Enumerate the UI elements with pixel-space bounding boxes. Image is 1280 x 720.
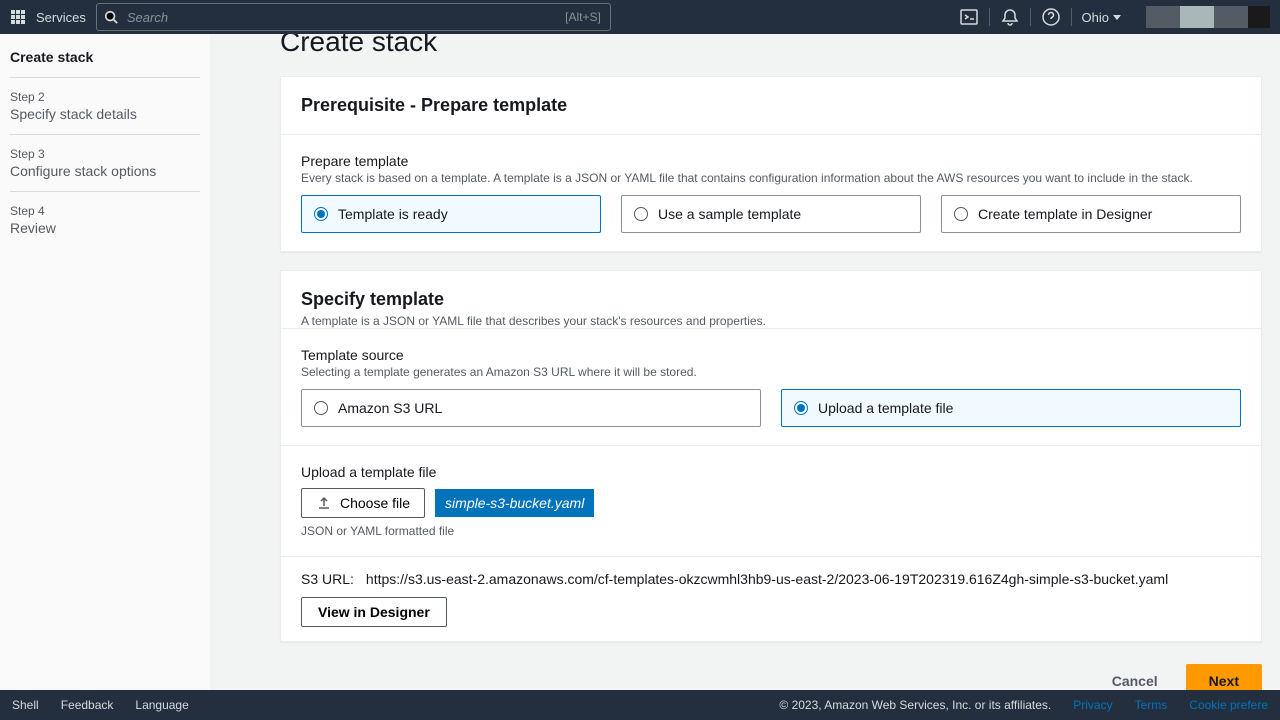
main-content: Create stack Prerequisite - Prepare temp… — [210, 34, 1280, 690]
prerequisite-panel: Prerequisite - Prepare template Prepare … — [280, 76, 1262, 252]
footer-language[interactable]: Language — [135, 698, 188, 712]
footer-feedback[interactable]: Feedback — [61, 698, 114, 712]
radio-label: Create template in Designer — [978, 206, 1152, 222]
step-title: Specify stack details — [10, 106, 200, 122]
radio-icon — [954, 207, 968, 221]
footer-shell[interactable]: Shell — [12, 698, 39, 712]
step-2-specify-details[interactable]: Step 2 Specify stack details — [10, 90, 200, 135]
footer: Shell Feedback Language © 2023, Amazon W… — [0, 690, 1280, 720]
step-1-create-stack[interactable]: Create stack — [10, 49, 200, 78]
choose-file-button[interactable]: Choose file — [301, 488, 425, 518]
cancel-button[interactable]: Cancel — [1094, 664, 1176, 690]
radio-upload-template[interactable]: Upload a template file — [781, 389, 1241, 427]
footer-privacy[interactable]: Privacy — [1073, 698, 1112, 712]
help-icon[interactable] — [1041, 7, 1061, 27]
next-button[interactable]: Next — [1186, 664, 1262, 690]
search-wrap: [Alt+S] — [96, 3, 611, 31]
services-menu[interactable]: Services — [36, 10, 86, 25]
account-menu-placeholder[interactable] — [1146, 6, 1270, 28]
prerequisite-heading: Prerequisite - Prepare template — [301, 95, 1241, 116]
nav-separator — [989, 8, 990, 26]
template-source-desc: Selecting a template generates an Amazon… — [301, 365, 1241, 379]
footer-cookie[interactable]: Cookie prefere — [1189, 698, 1268, 712]
footer-terms[interactable]: Terms — [1135, 698, 1168, 712]
radio-amazon-s3-url[interactable]: Amazon S3 URL — [301, 389, 761, 427]
radio-icon — [314, 207, 328, 221]
region-selector[interactable]: Ohio — [1082, 10, 1121, 25]
radio-icon — [794, 401, 808, 415]
cloudshell-icon[interactable] — [959, 7, 979, 27]
top-nav: Services [Alt+S] Ohio — [0, 0, 1280, 34]
services-grid-icon[interactable] — [10, 9, 26, 25]
radio-create-designer[interactable]: Create template in Designer — [941, 195, 1241, 233]
step-3-configure-options[interactable]: Step 3 Configure stack options — [10, 147, 200, 192]
region-label: Ohio — [1082, 10, 1109, 25]
radio-icon — [634, 207, 648, 221]
s3-url-value: https://s3.us-east-2.amazonaws.com/cf-te… — [366, 571, 1168, 587]
wizard-sidebar: Create stack Step 2 Specify stack detail… — [0, 34, 210, 690]
view-in-designer-button[interactable]: View in Designer — [301, 597, 447, 627]
step-title: Configure stack options — [10, 163, 200, 179]
s3-url-label: S3 URL: — [301, 571, 354, 587]
step-4-review[interactable]: Step 4 Review — [10, 204, 200, 248]
radio-icon — [314, 401, 328, 415]
specify-template-heading: Specify template — [301, 289, 1241, 310]
radio-label: Template is ready — [338, 206, 448, 222]
radio-label: Use a sample template — [658, 206, 801, 222]
specify-template-desc: A template is a JSON or YAML file that d… — [301, 314, 1241, 328]
step-number: Step 2 — [10, 90, 200, 104]
footer-copyright: © 2023, Amazon Web Services, Inc. or its… — [779, 698, 1051, 712]
radio-use-sample[interactable]: Use a sample template — [621, 195, 921, 233]
search-icon — [104, 10, 118, 24]
page-title: Create stack — [280, 34, 1262, 58]
step-number: Step 3 — [10, 147, 200, 161]
specify-template-panel: Specify template A template is a JSON or… — [280, 270, 1262, 642]
step-number: Step 4 — [10, 204, 200, 218]
search-input[interactable] — [96, 3, 611, 31]
prepare-template-label: Prepare template — [301, 153, 1241, 169]
step-title: Review — [10, 220, 200, 236]
selected-filename: simple-s3-bucket.yaml — [435, 489, 594, 517]
wizard-actions: Cancel Next — [280, 660, 1262, 690]
search-shortcut-hint: [Alt+S] — [565, 10, 601, 24]
choose-file-label: Choose file — [340, 495, 410, 511]
radio-label: Upload a template file — [818, 400, 953, 416]
file-format-hint: JSON or YAML formatted file — [301, 524, 1241, 538]
radio-template-ready[interactable]: Template is ready — [301, 195, 601, 233]
prepare-template-desc: Every stack is based on a template. A te… — [301, 171, 1241, 185]
template-source-label: Template source — [301, 347, 1241, 363]
upload-icon — [316, 495, 332, 511]
chevron-down-icon — [1113, 15, 1121, 20]
panel-header: Prerequisite - Prepare template — [281, 77, 1261, 135]
radio-label: Amazon S3 URL — [338, 400, 442, 416]
upload-template-label: Upload a template file — [301, 464, 1241, 480]
nav-separator — [1071, 8, 1072, 26]
notifications-icon[interactable] — [1000, 7, 1020, 27]
nav-separator — [1030, 8, 1031, 26]
